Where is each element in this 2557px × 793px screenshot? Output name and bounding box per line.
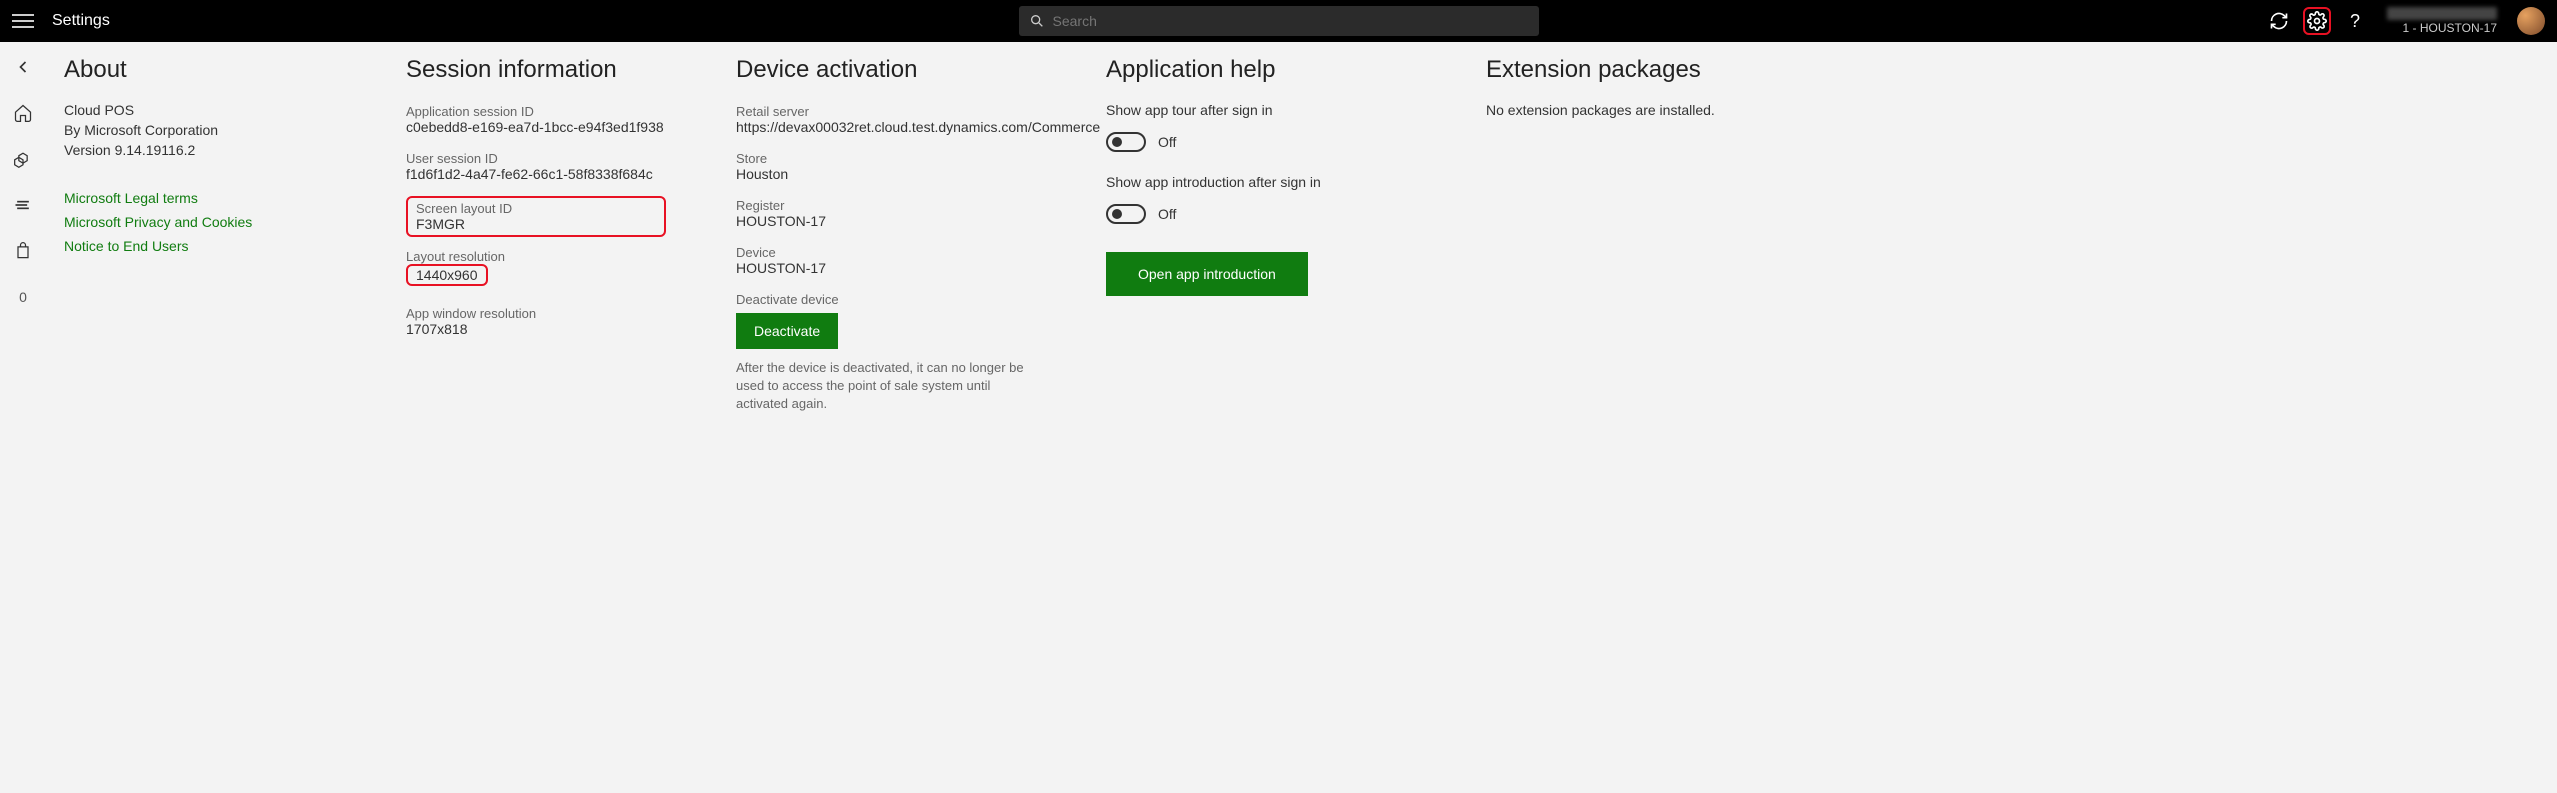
deactivate-button[interactable]: Deactivate — [736, 313, 838, 349]
layout-resolution-label: Layout resolution — [406, 249, 666, 264]
device-value: HOUSTON-17 — [736, 260, 1036, 276]
deactivate-device-label: Deactivate device — [736, 292, 1036, 307]
end-users-notice-link[interactable]: Notice to End Users — [64, 238, 336, 254]
app-intro-toggle[interactable] — [1106, 204, 1146, 224]
privacy-cookies-link[interactable]: Microsoft Privacy and Cookies — [64, 214, 336, 230]
app-tour-label: Show app tour after sign in — [1106, 102, 1416, 118]
app-intro-state: Off — [1158, 206, 1176, 222]
screen-layout-id-label: Screen layout ID — [416, 201, 656, 216]
retail-server-label: Retail server — [736, 104, 1036, 119]
user-session-id-value: f1d6f1d2-4a47-fe62-66c1-58f8338f684c — [406, 166, 666, 182]
app-header: Settings ? 1 - HOUSTON-17 — [0, 0, 2557, 42]
products-icon[interactable] — [12, 148, 34, 170]
register-value: HOUSTON-17 — [736, 213, 1036, 229]
device-heading: Device activation — [736, 56, 1036, 84]
app-session-id-value: c0ebedd8-e169-ea7d-1bcc-e94f3ed1f938 — [406, 119, 666, 135]
store-label: Store — [736, 151, 1036, 166]
screen-layout-id-highlight: Screen layout ID F3MGR — [406, 196, 666, 237]
ext-empty-text: No extension packages are installed. — [1486, 102, 1736, 118]
hamburger-icon[interactable] — [12, 10, 34, 32]
screen-layout-id-value: F3MGR — [416, 216, 656, 232]
search-input[interactable] — [1053, 13, 1529, 29]
list-icon[interactable] — [12, 194, 34, 216]
help-icon[interactable]: ? — [2341, 7, 2369, 35]
settings-gear-icon[interactable] — [2303, 7, 2331, 35]
product-version: Version 9.14.19116.2 — [64, 142, 336, 158]
register-label: Register — [736, 198, 1036, 213]
deactivate-note: After the device is deactivated, it can … — [736, 359, 1036, 414]
left-nav-rail: 0 — [0, 42, 46, 793]
app-intro-label: Show app introduction after sign in — [1106, 174, 1416, 190]
user-session-id-label: User session ID — [406, 151, 666, 166]
refresh-icon[interactable] — [2265, 7, 2293, 35]
app-tour-state: Off — [1158, 134, 1176, 150]
legal-terms-link[interactable]: Microsoft Legal terms — [64, 190, 336, 206]
app-tour-toggle[interactable] — [1106, 132, 1146, 152]
open-app-introduction-button[interactable]: Open app introduction — [1106, 252, 1308, 296]
page-title: Settings — [52, 12, 110, 30]
nav-counter[interactable]: 0 — [12, 286, 34, 308]
about-section: About Cloud POS By Microsoft Corporation… — [46, 56, 336, 763]
user-store-label: 1 - HOUSTON-17 — [2387, 21, 2497, 35]
settings-main: About Cloud POS By Microsoft Corporation… — [46, 42, 2557, 793]
help-heading: Application help — [1106, 56, 1416, 84]
app-session-id-label: Application session ID — [406, 104, 666, 119]
application-help-section: Application help Show app tour after sig… — [1106, 56, 1416, 763]
product-by: By Microsoft Corporation — [64, 122, 336, 138]
layout-resolution-value: 1440x960 — [416, 267, 478, 283]
window-resolution-label: App window resolution — [406, 306, 666, 321]
layout-resolution-highlight: 1440x960 — [406, 264, 488, 286]
device-label: Device — [736, 245, 1036, 260]
search-icon — [1029, 13, 1045, 29]
header-right: ? 1 - HOUSTON-17 — [2265, 7, 2545, 35]
ext-heading: Extension packages — [1486, 56, 1736, 84]
search-box[interactable] — [1019, 6, 1539, 36]
session-heading: Session information — [406, 56, 666, 84]
bag-icon[interactable] — [12, 240, 34, 262]
avatar[interactable] — [2517, 7, 2545, 35]
user-info[interactable]: 1 - HOUSTON-17 — [2387, 7, 2497, 35]
store-value: Houston — [736, 166, 1036, 182]
user-name-blurred — [2387, 7, 2497, 20]
device-activation-section: Device activation Retail server https://… — [736, 56, 1036, 763]
home-icon[interactable] — [12, 102, 34, 124]
extension-packages-section: Extension packages No extension packages… — [1486, 56, 1736, 763]
about-heading: About — [64, 56, 336, 84]
product-name: Cloud POS — [64, 102, 336, 118]
back-icon[interactable] — [12, 56, 34, 78]
retail-server-value: https://devax00032ret.cloud.test.dynamic… — [736, 119, 1036, 135]
window-resolution-value: 1707x818 — [406, 321, 666, 337]
session-section: Session information Application session … — [406, 56, 666, 763]
